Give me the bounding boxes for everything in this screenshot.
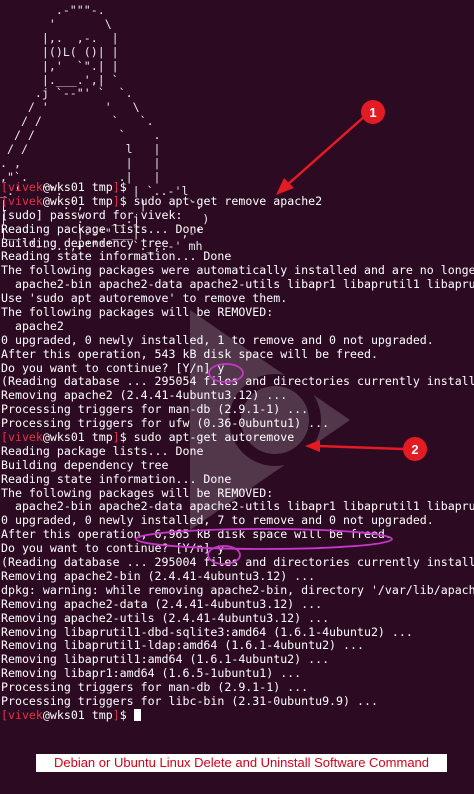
caption-banner: Debian or Ubuntu Linux Delete and Uninst… bbox=[36, 754, 447, 772]
output-line: Processing triggers for man-db (2.9.1-1)… bbox=[1, 402, 309, 417]
output-line: Removing apache2-utils (2.4.41-4ubuntu3.… bbox=[1, 610, 330, 625]
output-line: Building dependency tree bbox=[1, 235, 169, 250]
output-line: (Reading database ... 295004 files and d… bbox=[1, 555, 474, 570]
output-line: Processing triggers for ufw (0.36-0ubunt… bbox=[1, 416, 330, 431]
output-line: The following packages will be REMOVED: bbox=[1, 485, 274, 500]
prompt-at: @ bbox=[42, 430, 50, 445]
output-line: Removing apache2-data (2.4.41-4ubuntu3.1… bbox=[1, 596, 323, 611]
output-line: Removing apache2-bin (2.4.41-4ubuntu3.12… bbox=[1, 568, 316, 583]
prompt-at: @ bbox=[42, 193, 50, 208]
prompt-at: @ bbox=[42, 180, 50, 194]
output-line: apache2 bbox=[1, 318, 64, 333]
output-line: After this operation, 6,965 kB disk spac… bbox=[1, 527, 392, 542]
output-line: 0 upgraded, 0 newly installed, 7 to remo… bbox=[1, 513, 434, 528]
prompt-line: [vivek@wks01 tmp]$ bbox=[1, 707, 474, 723]
output-line: Removing libaprutil1:amd64 (1.6.1-4ubunt… bbox=[1, 652, 330, 667]
output-line: Use 'sudo apt autoremove' to remove them… bbox=[1, 291, 288, 306]
prompt-user: vivek bbox=[7, 180, 43, 194]
prompt-bracket-close: ] bbox=[112, 193, 120, 208]
prompt-dir: tmp bbox=[91, 707, 113, 722]
output-line: Removing apache2 (2.4.41-4ubuntu3.12) ..… bbox=[1, 388, 288, 403]
output-line: Removing libaprutil1-ldap:amd64 (1.6.1-4… bbox=[1, 638, 364, 653]
prompt-line: [vivek@wks01 tmp]$ sudo apt-get remove a… bbox=[1, 193, 474, 209]
prompt-line: [vivek@wks01 tmp]$ bbox=[1, 180, 474, 195]
prompt-bracket-open: [ bbox=[1, 707, 8, 722]
command-text bbox=[127, 708, 134, 722]
output-line: Building dependency tree bbox=[1, 457, 169, 472]
output-line: Reading state information... Done bbox=[1, 249, 232, 264]
output-line: Do you want to continue? [Y/n] y bbox=[1, 541, 225, 556]
prompt-dollar: $ bbox=[119, 193, 127, 208]
terminal-output: [vivek@wks01 tmp]$ [vivek@wks01 tmp]$ sud… bbox=[1, 180, 474, 723]
prompt-dollar: $ bbox=[119, 430, 127, 445]
output-line: apache2-bin apache2-data apache2-utils l… bbox=[14, 277, 474, 292]
prompt-bracket-open: [ bbox=[1, 180, 8, 194]
output-line: Reading package lists... Done bbox=[1, 443, 204, 458]
prompt-host: wks01 bbox=[49, 430, 85, 445]
prompt-user: vivek bbox=[7, 430, 43, 445]
prompt-dir: tmp bbox=[91, 193, 113, 208]
output-line: (Reading database ... 295054 files and d… bbox=[1, 374, 474, 389]
prompt-bracket-close: ] bbox=[112, 430, 120, 445]
output-line: Reading package lists... Done bbox=[1, 221, 204, 236]
prompt-bracket-close: ] bbox=[112, 180, 120, 194]
output-line: apache2-bin apache2-data apache2-utils l… bbox=[14, 499, 474, 514]
prompt-user: vivek bbox=[7, 707, 43, 722]
prompt-line: [vivek@wks01 tmp]$ sudo apt-get autoremo… bbox=[1, 430, 474, 445]
text-cursor[interactable] bbox=[133, 708, 141, 721]
command-text: sudo apt-get autoremove bbox=[126, 430, 295, 445]
prompt-dir: tmp bbox=[91, 430, 113, 445]
output-line: dpkg: warning: while removing apache2-bi… bbox=[1, 582, 474, 597]
prompt-host: wks01 bbox=[49, 180, 85, 194]
output-line: Removing libapr1:amd64 (1.6.5-1ubuntu1) … bbox=[1, 666, 302, 681]
command-text: sudo apt-get remove apache2 bbox=[126, 193, 323, 208]
terminal-window[interactable]: .-"""-. ' \ |,. ,-. | |()L( ()| | |,' `"… bbox=[0, 0, 474, 794]
output-line: [sudo] password for vivek: bbox=[1, 207, 183, 222]
output-line: 0 upgraded, 0 newly installed, 1 to remo… bbox=[1, 332, 434, 347]
prompt-host: wks01 bbox=[49, 193, 85, 208]
output-line: Removing libaprutil1-dbd-sqlite3:amd64 (… bbox=[1, 624, 413, 639]
prompt-dollar: $ bbox=[119, 707, 127, 722]
prompt-bracket-open: [ bbox=[1, 430, 8, 445]
prompt-dir: tmp bbox=[91, 180, 113, 194]
prompt-user: vivek bbox=[7, 193, 43, 208]
prompt-host: wks01 bbox=[49, 707, 85, 722]
output-line: The following packages will be REMOVED: bbox=[1, 305, 274, 320]
output-line: Processing triggers for libc-bin (2.31-0… bbox=[1, 693, 378, 708]
output-line: After this operation, 543 kB disk space … bbox=[1, 346, 378, 361]
output-line: The following packages were automaticall… bbox=[1, 263, 474, 278]
prompt-bracket-close: ] bbox=[112, 707, 120, 722]
output-line: Do you want to continue? [Y/n] y bbox=[1, 360, 225, 375]
output-line: Processing triggers for man-db (2.9.1-1)… bbox=[1, 680, 309, 695]
prompt-bracket-open: [ bbox=[1, 193, 8, 208]
output-line: Reading state information... Done bbox=[1, 471, 232, 486]
prompt-dollar: $ bbox=[119, 180, 127, 194]
prompt-at: @ bbox=[42, 707, 50, 722]
